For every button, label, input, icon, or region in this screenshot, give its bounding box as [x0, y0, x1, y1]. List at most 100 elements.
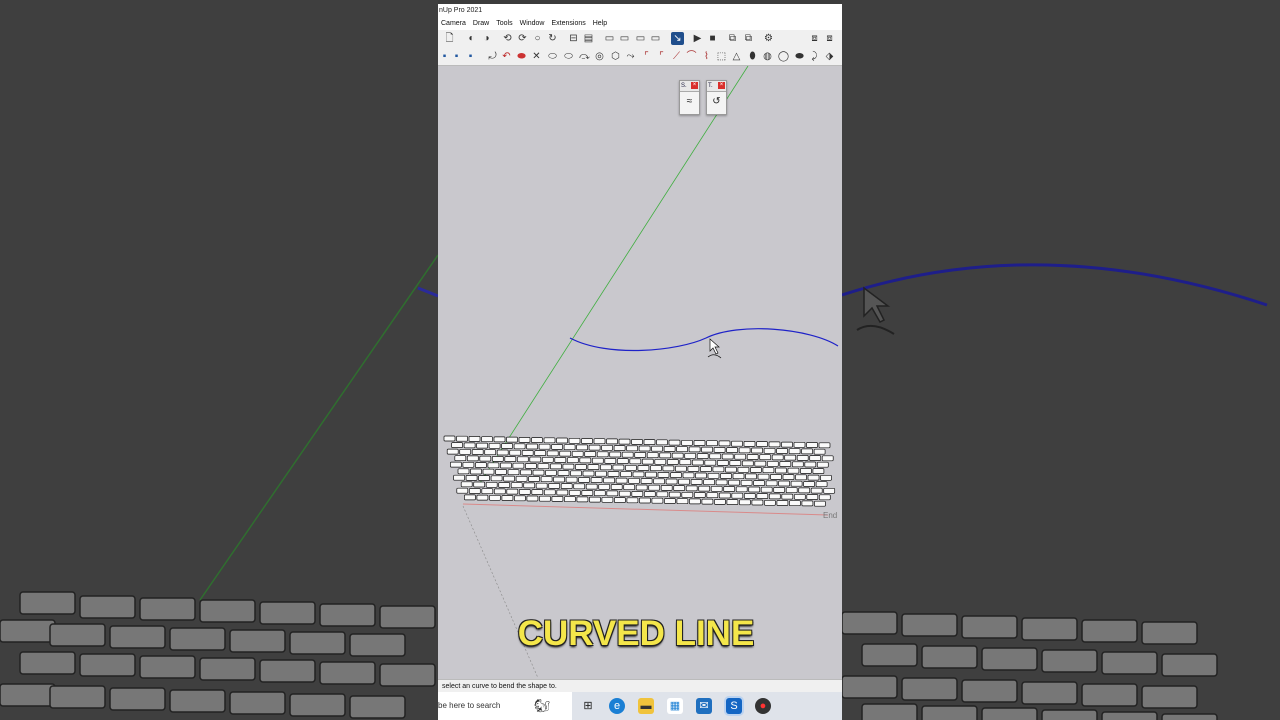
view-front-icon[interactable]: ▭ — [603, 32, 616, 45]
brick — [700, 466, 712, 472]
chrome-icon[interactable]: ● — [755, 698, 771, 714]
active-tool-icon[interactable]: ↘ — [671, 32, 684, 45]
sphere-icon[interactable]: ◍ — [761, 50, 774, 63]
ext-tool-3-icon[interactable]: ▪ — [464, 50, 477, 63]
brick — [606, 438, 618, 445]
menu-extensions[interactable]: Extensions — [549, 18, 590, 30]
brick — [587, 464, 600, 470]
orbit-icon[interactable]: ⟲ — [501, 32, 514, 45]
section-icon[interactable]: ⊟ — [567, 32, 580, 45]
flip-icon[interactable]: ⤳ — [624, 50, 637, 63]
brick — [506, 488, 519, 495]
loft-icon[interactable]: ⬗ — [823, 50, 836, 63]
zoom-icon[interactable]: ○ — [531, 32, 544, 45]
eraser-icon[interactable]: ◑ — [480, 32, 493, 45]
box-icon[interactable]: ⬚ — [715, 50, 728, 63]
tube-icon[interactable]: ⬬ — [793, 50, 806, 63]
brick — [500, 462, 512, 469]
sketchup-icon[interactable]: S — [726, 698, 742, 714]
offset-icon[interactable]: ⬭ — [546, 50, 559, 63]
brick — [456, 435, 468, 442]
menu-window[interactable]: Window — [517, 18, 549, 30]
brick — [684, 452, 697, 459]
fillet-icon[interactable]: ⌜ — [640, 50, 653, 63]
menu-bar: Camera Draw Tools Window Extensions Help — [438, 18, 842, 30]
edge-icon[interactable]: e — [609, 698, 625, 714]
spline-icon[interactable]: ⌇ — [700, 50, 713, 63]
outliner-icon[interactable]: ⧉ — [742, 32, 755, 45]
brick — [576, 444, 588, 451]
model-viewport[interactable]: S. × ≈ T. × ↺ End CURVED LINE — [438, 66, 842, 678]
brick — [485, 481, 498, 488]
brick — [576, 496, 589, 503]
view-iso-icon[interactable]: ▭ — [618, 32, 631, 45]
end-label: End — [823, 511, 838, 520]
bend-icon[interactable]: ≈ — [680, 92, 699, 112]
brick — [518, 489, 531, 495]
brick — [516, 456, 529, 463]
brick — [538, 443, 551, 450]
materials-icon[interactable]: ⧈ — [823, 32, 836, 45]
arc-icon[interactable]: ↶ — [500, 50, 513, 63]
play-icon[interactable]: ▶ — [691, 32, 704, 45]
bend-palette-close-icon[interactable]: × — [691, 82, 698, 89]
menu-help[interactable]: Help — [590, 18, 611, 30]
intersect-icon[interactable]: ◎ — [593, 50, 606, 63]
gear-icon[interactable]: ⚙ — [762, 32, 775, 45]
brick — [554, 457, 567, 463]
file-explorer-icon[interactable]: ▬ — [638, 698, 654, 714]
cone-icon[interactable]: △ — [730, 50, 743, 63]
brick — [518, 437, 531, 443]
mail-icon[interactable]: ✉ — [696, 698, 712, 714]
select-icon[interactable]: ◐ — [465, 32, 478, 45]
scale-icon[interactable]: ✕ — [530, 50, 543, 63]
brick — [613, 445, 626, 451]
brick — [571, 450, 584, 457]
push-pull-icon[interactable]: ⬭ — [562, 50, 575, 63]
brick — [676, 446, 688, 453]
brick — [540, 476, 553, 483]
curve-palette-close-icon[interactable]: × — [718, 82, 725, 89]
brick — [525, 463, 537, 469]
background-left-art — [0, 254, 438, 719]
sweep-icon[interactable]: ⤸ — [808, 50, 821, 63]
brick — [720, 473, 732, 479]
layers-icon[interactable]: ⧉ — [726, 32, 739, 45]
components-icon[interactable]: ⧈ — [808, 32, 821, 45]
brick — [629, 458, 642, 465]
view-top-icon[interactable]: ▭ — [634, 32, 647, 45]
bend-palette[interactable]: S. × ≈ — [679, 80, 700, 115]
curve-icon[interactable]: ↺ — [707, 92, 726, 112]
cylinder-icon[interactable]: ⬮ — [746, 50, 759, 63]
brick — [513, 443, 526, 450]
background-right-art — [842, 263, 1268, 720]
task-view-icon[interactable]: ⊞ — [580, 698, 596, 714]
line-icon[interactable]: ⟋ — [670, 50, 683, 63]
view-side-icon[interactable]: ▭ — [649, 32, 662, 45]
store-icon[interactable]: ▦ — [667, 698, 683, 714]
brick — [781, 493, 794, 500]
taskbar-search[interactable]: be here to search 🐿 — [438, 692, 572, 720]
menu-draw[interactable]: Draw — [470, 18, 493, 30]
torus-icon[interactable]: ◯ — [777, 50, 790, 63]
curve-tool-icon[interactable]: ⌒ — [685, 50, 698, 63]
follow-me-icon[interactable]: ⤼ — [578, 50, 591, 63]
print-icon[interactable]: ▤ — [582, 32, 595, 45]
rotate-icon[interactable]: ⤾ — [486, 50, 499, 63]
brick — [460, 481, 473, 488]
new-file-icon[interactable]: 🗋 — [443, 32, 456, 45]
menu-camera[interactable]: Camera — [438, 18, 470, 30]
brick — [606, 490, 619, 497]
brick — [514, 495, 526, 502]
curve-palette[interactable]: T. × ↺ — [706, 80, 727, 115]
brick — [788, 448, 801, 455]
stop-icon[interactable]: ■ — [706, 32, 719, 45]
solid-icon[interactable]: ⬡ — [609, 50, 622, 63]
menu-tools[interactable]: Tools — [493, 18, 516, 30]
ext-tool-2-icon[interactable]: ▪ — [450, 50, 463, 63]
chamfer-icon[interactable]: ⌜ — [655, 50, 668, 63]
zoom-extents-icon[interactable]: ↻ — [546, 32, 559, 45]
paint-icon[interactable]: ⬬ — [515, 50, 528, 63]
pan-icon[interactable]: ⟳ — [516, 32, 529, 45]
brick — [793, 493, 806, 500]
